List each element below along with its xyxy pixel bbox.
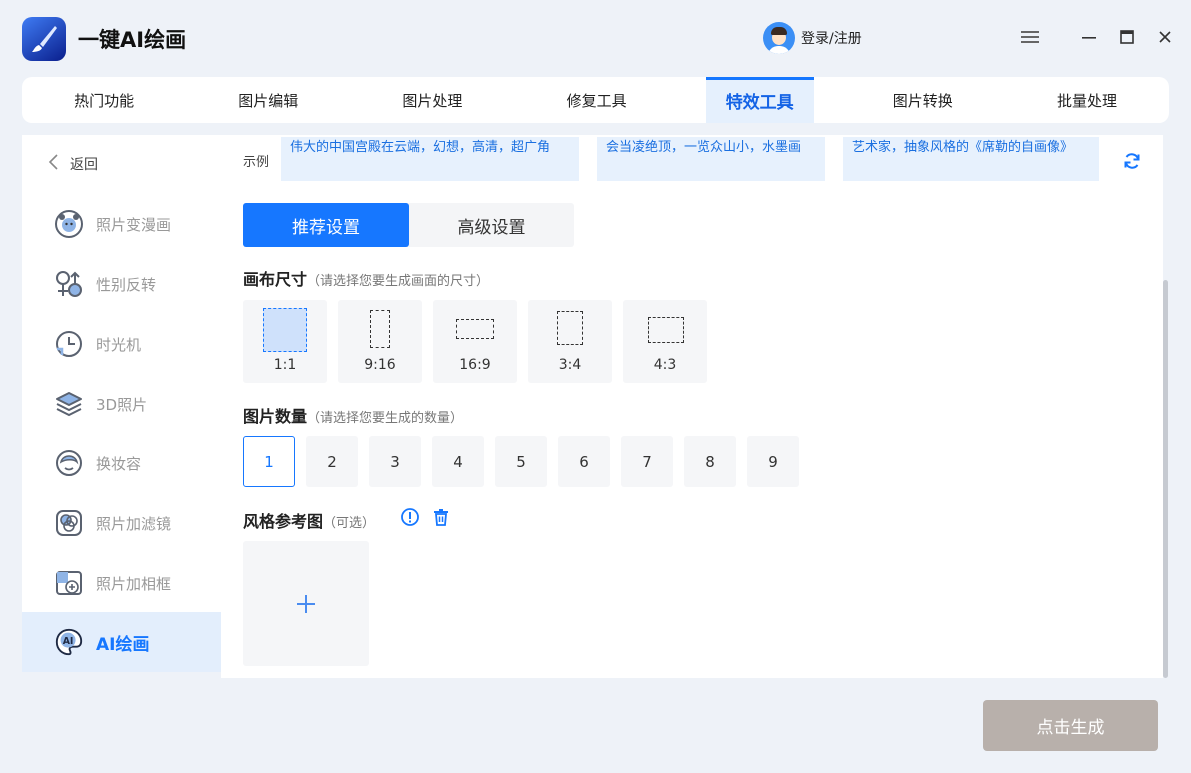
style-reference-label: 风格参考图 [243,512,324,531]
sidebar-item-ai-drawing[interactable]: AI AI绘画 [22,612,221,672]
tab-repair-tools[interactable]: 修复工具 [515,77,679,123]
examples-label: 示例 [243,155,270,170]
settings-mode-switch: 推荐设置 高级设置 [243,203,574,247]
sidebar-item-photo-frame[interactable]: 照片加相框 [22,553,221,613]
image-count-option-7[interactable]: 7 [621,436,673,487]
main-panel: 示例 伟大的中国宫殿在云端，幻想，高清，超广角 会当凌绝顶，一览众山小，水墨画 … [221,135,1163,678]
close-icon[interactable] [1154,26,1176,48]
ratio-preview [557,311,583,345]
ai-palette-icon: AI [54,627,84,657]
sidebar-item-label: 3D照片 [96,395,148,414]
tab-image-process[interactable]: 图片处理 [350,77,514,123]
user-avatar [763,22,795,54]
login-button[interactable]: 登录/注册 [763,22,862,54]
maximize-icon[interactable] [1116,26,1138,48]
main-tab-bar: 热门功能 图片编辑 图片处理 修复工具 特效工具 图片转换 批量处理 [22,77,1169,123]
sidebar-item-label: AI绘画 [96,634,150,655]
canvas-size-option-9-16[interactable]: 9:16 [338,300,422,383]
style-reference-hint: （可选） [323,516,376,531]
image-count-option-9[interactable]: 9 [747,436,799,487]
style-reference-upload[interactable] [243,541,369,666]
example-prompt[interactable]: 会当凌绝顶，一览众山小，水墨画 [597,137,825,181]
chevron-left-icon [48,153,60,175]
image-count-option-3[interactable]: 3 [369,436,421,487]
minimize-icon[interactable] [1078,26,1100,48]
plus-icon [297,595,315,613]
tab-batch-process[interactable]: 批量处理 [1005,77,1169,123]
image-count-option-8[interactable]: 8 [684,436,736,487]
tab-effect-tools[interactable]: 特效工具 [705,77,814,123]
sidebar-item-label: 照片加相框 [96,574,172,593]
ratio-label: 1:1 [273,357,297,373]
ratio-label: 4:3 [653,357,677,373]
sidebar-item-label: 时光机 [96,335,142,354]
back-button[interactable]: 返回 [48,153,98,175]
image-count-option-4[interactable]: 4 [432,436,484,487]
sidebar-item-makeup[interactable]: 换妆容 [22,433,221,493]
trash-icon[interactable] [431,507,451,527]
refresh-icon[interactable] [1122,151,1142,171]
back-label: 返回 [70,157,98,173]
ratio-label: 3:4 [558,357,582,373]
image-count-option-2[interactable]: 2 [306,436,358,487]
canvas-size-option-3-4[interactable]: 3:4 [528,300,612,383]
sidebar-item-photo-to-comic[interactable]: 照片变漫画 [22,194,221,254]
app-title: 一键AI绘画 [78,28,187,52]
image-count-label: 图片数量 [243,407,308,426]
filter-icon [54,508,84,538]
sidebar-item-gender-swap[interactable]: 性别反转 [22,254,221,314]
canvas-size-label: 画布尺寸 [243,270,308,289]
title-bar: 一键AI绘画 登录/注册 [0,0,1191,76]
sidebar-item-3d-photo[interactable]: 3D照片 [22,374,221,434]
sidebar-item-photo-filter[interactable]: 照片加滤镜 [22,493,221,553]
login-label: 登录/注册 [801,31,862,47]
canvas-size-hint: （请选择您要生成画面的尺寸） [307,274,490,289]
style-reference-title: 风格参考图（可选） [243,508,375,532]
sidebar: 返回 照片变漫画 性别反转 时光机 3D照片 换妆容 照片加滤镜 照片加相框 A… [22,135,221,672]
ratio-preview [456,319,494,339]
svg-text:AI: AI [63,636,74,647]
layers-icon [54,389,84,419]
ratio-label: 9:16 [364,357,396,373]
sidebar-item-time-machine[interactable]: 时光机 [22,314,221,374]
makeup-face-icon [54,448,84,478]
canvas-size-option-16-9[interactable]: 16:9 [433,300,517,383]
advanced-settings-button[interactable]: 高级设置 [409,203,574,247]
image-count-option-1[interactable]: 1 [243,436,295,487]
time-clock-icon [54,329,84,359]
recommended-settings-button[interactable]: 推荐设置 [243,203,409,247]
ratio-preview [263,308,307,352]
image-count-hint: （请选择您要生成的数量） [307,411,464,426]
tab-image-convert[interactable]: 图片转换 [841,77,1005,123]
sidebar-item-label: 照片变漫画 [96,215,172,234]
image-count-option-6[interactable]: 6 [558,436,610,487]
menu-icon[interactable] [1019,26,1041,48]
ratio-preview [370,310,390,348]
sidebar-item-label: 照片加滤镜 [96,514,172,533]
sidebar-item-label: 性别反转 [96,275,157,294]
ratio-label: 16:9 [459,357,491,373]
tab-image-edit[interactable]: 图片编辑 [186,77,350,123]
image-count-title: 图片数量（请选择您要生成的数量） [243,403,463,427]
gender-icon [54,269,84,299]
example-prompt[interactable]: 艺术家，抽象风格的《席勒的自画像》 [843,137,1099,181]
canvas-size-option-1-1[interactable]: 1:1 [243,300,327,383]
example-prompt[interactable]: 伟大的中国宫殿在云端，幻想，高清，超广角 [281,137,579,181]
canvas-size-option-4-3[interactable]: 4:3 [623,300,707,383]
bear-face-icon [54,209,84,239]
generate-button[interactable]: 点击生成 [983,700,1158,751]
frame-add-icon [54,568,84,598]
ratio-preview [648,317,684,343]
image-count-option-5[interactable]: 5 [495,436,547,487]
brush-logo-icon [22,17,66,61]
main-scrollbar[interactable] [1163,280,1168,678]
sidebar-item-label: 换妆容 [96,454,142,473]
info-icon[interactable] [400,507,420,527]
canvas-size-title: 画布尺寸（请选择您要生成画面的尺寸） [243,266,489,290]
tab-hot-features[interactable]: 热门功能 [22,77,186,123]
